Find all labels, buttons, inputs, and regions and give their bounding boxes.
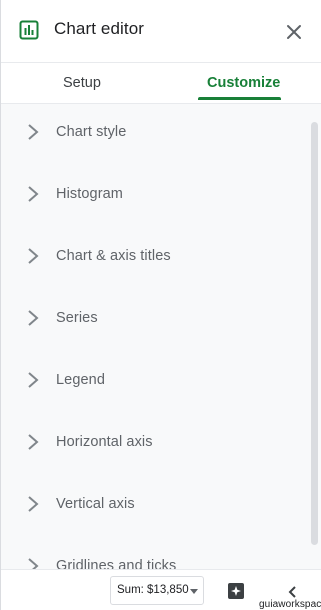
- section-label: Chart style: [56, 124, 127, 140]
- section-chart-style[interactable]: Chart style: [1, 104, 306, 166]
- chevron-right-icon: [28, 124, 39, 140]
- chevron-right-icon: [28, 310, 39, 326]
- explore-icon[interactable]: [227, 582, 245, 600]
- tab-customize[interactable]: Customize: [207, 75, 280, 91]
- chevron-right-icon: [28, 186, 39, 202]
- chevron-right-icon: [28, 558, 39, 569]
- chevron-right-icon: [28, 434, 39, 450]
- section-label: Chart & axis titles: [56, 248, 171, 264]
- chart-editor-panel: Chart editor Setup Customize Chart style…: [0, 0, 321, 610]
- watermark-text: guiaworkspace: [259, 599, 321, 610]
- editor-tabs: Setup Customize: [1, 63, 321, 103]
- panel-title: Chart editor: [54, 19, 145, 38]
- sum-dropdown[interactable]: Sum: $13,850: [110, 576, 204, 605]
- customize-sections: Chart style Histogram Chart & axis title…: [1, 103, 321, 569]
- chevron-right-icon: [28, 248, 39, 264]
- active-tab-indicator: [198, 97, 281, 100]
- scrollbar-thumb[interactable]: [311, 122, 318, 545]
- dropdown-caret-icon: [190, 589, 198, 594]
- tab-setup[interactable]: Setup: [63, 75, 101, 91]
- close-icon[interactable]: [284, 22, 304, 42]
- chevron-right-icon: [28, 496, 39, 512]
- section-label: Histogram: [56, 186, 123, 202]
- section-horizontal-axis[interactable]: Horizontal axis: [1, 414, 306, 476]
- section-histogram[interactable]: Histogram: [1, 166, 306, 228]
- section-legend[interactable]: Legend: [1, 352, 306, 414]
- section-label: Legend: [56, 372, 105, 388]
- chart-editor-header: Chart editor: [1, 0, 321, 62]
- section-label: Vertical axis: [56, 496, 135, 512]
- section-label: Series: [56, 310, 98, 326]
- sheet-footer: Sum: $13,850 guiaworkspace: [1, 569, 321, 610]
- section-label: Horizontal axis: [56, 434, 153, 450]
- section-chart-axis-titles[interactable]: Chart & axis titles: [1, 228, 306, 290]
- section-gridlines-ticks[interactable]: Gridlines and ticks: [1, 538, 306, 569]
- section-vertical-axis[interactable]: Vertical axis: [1, 476, 306, 538]
- chevron-left-icon[interactable]: [288, 586, 298, 598]
- section-label: Gridlines and ticks: [56, 558, 177, 569]
- chart-bar-icon: [19, 20, 39, 40]
- chevron-right-icon: [28, 372, 39, 388]
- sum-value: Sum: $13,850: [117, 584, 189, 596]
- section-series[interactable]: Series: [1, 290, 306, 352]
